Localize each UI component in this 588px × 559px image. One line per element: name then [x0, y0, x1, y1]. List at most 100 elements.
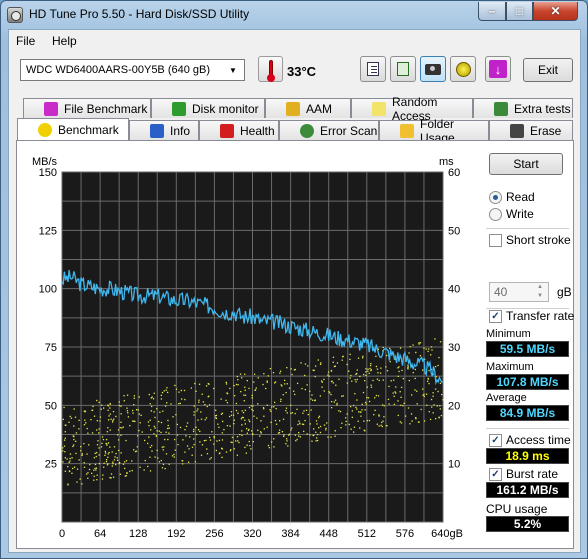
- access-time-point: [399, 347, 402, 349]
- tab-info[interactable]: Info: [129, 120, 199, 140]
- tab-random-access[interactable]: Random Access: [351, 95, 473, 123]
- access-time-point: [220, 398, 222, 400]
- access-time-point: [98, 454, 100, 456]
- menu-file[interactable]: File: [16, 34, 35, 48]
- access-time-point: [235, 409, 238, 412]
- access-time-point: [244, 373, 246, 375]
- access-time-point: [442, 399, 444, 401]
- spin-down-icon[interactable]: ▼: [533, 293, 547, 301]
- exit-button[interactable]: Exit: [523, 58, 573, 82]
- short-stroke-checkbox[interactable]: Short stroke: [489, 233, 571, 247]
- access-time-point: [282, 418, 285, 420]
- access-time-point: [72, 435, 74, 437]
- access-time-point: [71, 457, 73, 459]
- minimize-button[interactable]: –: [478, 2, 506, 21]
- start-button[interactable]: Start: [489, 153, 563, 175]
- access-time-point: [378, 379, 380, 382]
- access-time-point: [265, 387, 267, 390]
- access-time-point: [364, 409, 366, 411]
- access-time-point: [402, 404, 404, 407]
- access-time-point: [118, 401, 120, 403]
- access-time-point: [162, 463, 165, 466]
- access-time-point: [367, 368, 369, 370]
- access-time-point: [124, 461, 126, 463]
- access-time-point: [236, 454, 239, 456]
- screenshot-button[interactable]: [420, 56, 446, 82]
- access-time-point: [143, 439, 146, 442]
- access-time-point: [434, 388, 437, 390]
- write-radio[interactable]: Write: [489, 207, 534, 221]
- access-time-point: [119, 427, 121, 429]
- access-time-point: [237, 384, 239, 386]
- access-time-point: [147, 421, 150, 423]
- short-stroke-input[interactable]: 40 ▲ ▼: [489, 282, 549, 302]
- average-value: 84.9 MB/s: [486, 405, 569, 421]
- access-time-point: [246, 379, 248, 382]
- chevron-down-icon[interactable]: ▼: [225, 63, 241, 77]
- maximize-button[interactable]: □: [506, 2, 533, 21]
- close-button[interactable]: ✕: [533, 2, 578, 21]
- access-time-point: [216, 440, 218, 442]
- x-tick-label: 192: [167, 528, 185, 540]
- drive-select[interactable]: WDC WD6400AARS-00Y5B (640 gB) ▼: [20, 59, 245, 81]
- thermometer-icon[interactable]: [258, 56, 283, 82]
- access-time-point: [294, 434, 297, 436]
- access-time-point: [209, 458, 211, 460]
- tab-folder-usage[interactable]: Folder Usage: [379, 117, 489, 145]
- tab-extra-tests[interactable]: Extra tests: [473, 98, 573, 118]
- access-time-point: [194, 461, 196, 463]
- tab-erase[interactable]: Erase: [489, 120, 573, 140]
- menu-help[interactable]: Help: [52, 34, 77, 48]
- access-time-point: [106, 442, 108, 445]
- title-bar[interactable]: HD Tune Pro 5.50 - Hard Disk/SSD Utility…: [1, 1, 587, 29]
- access-time-point: [91, 409, 93, 411]
- read-radio[interactable]: Read: [489, 190, 535, 204]
- access-time-point: [181, 398, 183, 400]
- access-time-point: [267, 375, 270, 377]
- access-time-point: [92, 405, 94, 408]
- access-time-point: [162, 410, 164, 412]
- access-time-point: [113, 459, 116, 461]
- access-time-point: [105, 458, 108, 461]
- save-button[interactable]: ↓: [485, 56, 511, 82]
- access-time-point: [201, 393, 203, 395]
- access-time-point: [273, 401, 276, 404]
- access-time-point: [381, 425, 384, 428]
- access-time-point: [195, 426, 197, 428]
- access-time-point: [161, 391, 164, 394]
- tab-health[interactable]: Health: [199, 120, 279, 140]
- access-time-point: [187, 461, 190, 463]
- access-time-point: [148, 436, 150, 438]
- copy-all-button[interactable]: [390, 56, 416, 82]
- tab-aam[interactable]: AAM: [265, 98, 351, 118]
- spin-up-icon[interactable]: ▲: [533, 284, 547, 292]
- access-time-point: [180, 389, 182, 392]
- access-time-point: [296, 408, 298, 410]
- access-time-point: [354, 393, 356, 395]
- access-time-point: [439, 382, 442, 385]
- transfer-rate-checkbox[interactable]: ✓ Transfer rate: [489, 309, 574, 323]
- tab-file-benchmark[interactable]: File Benchmark: [23, 98, 151, 118]
- access-time-point: [427, 350, 429, 353]
- access-time-point: [121, 427, 123, 429]
- tab-disk-monitor[interactable]: Disk monitor: [151, 98, 265, 118]
- access-time-point: [334, 430, 336, 432]
- access-time-point: [98, 432, 100, 434]
- options-button[interactable]: [450, 56, 476, 82]
- access-time-point: [133, 397, 135, 399]
- access-time-checkbox[interactable]: ✓ Access time: [489, 433, 571, 447]
- access-time-point: [225, 381, 227, 384]
- burst-rate-checkbox[interactable]: ✓ Burst rate: [489, 467, 558, 481]
- access-time-point: [69, 460, 71, 462]
- access-time-point: [374, 409, 376, 412]
- access-time-point: [75, 432, 78, 434]
- access-time-point: [133, 395, 136, 397]
- copy-text-button[interactable]: [360, 56, 386, 82]
- tab-benchmark[interactable]: Benchmark: [17, 118, 129, 140]
- access-time-point: [244, 386, 246, 388]
- access-time-point: [83, 462, 85, 464]
- access-time-point: [194, 382, 196, 385]
- access-time-point: [373, 414, 375, 416]
- access-time-point: [362, 391, 365, 394]
- tab-error-scan[interactable]: Error Scan: [279, 120, 379, 140]
